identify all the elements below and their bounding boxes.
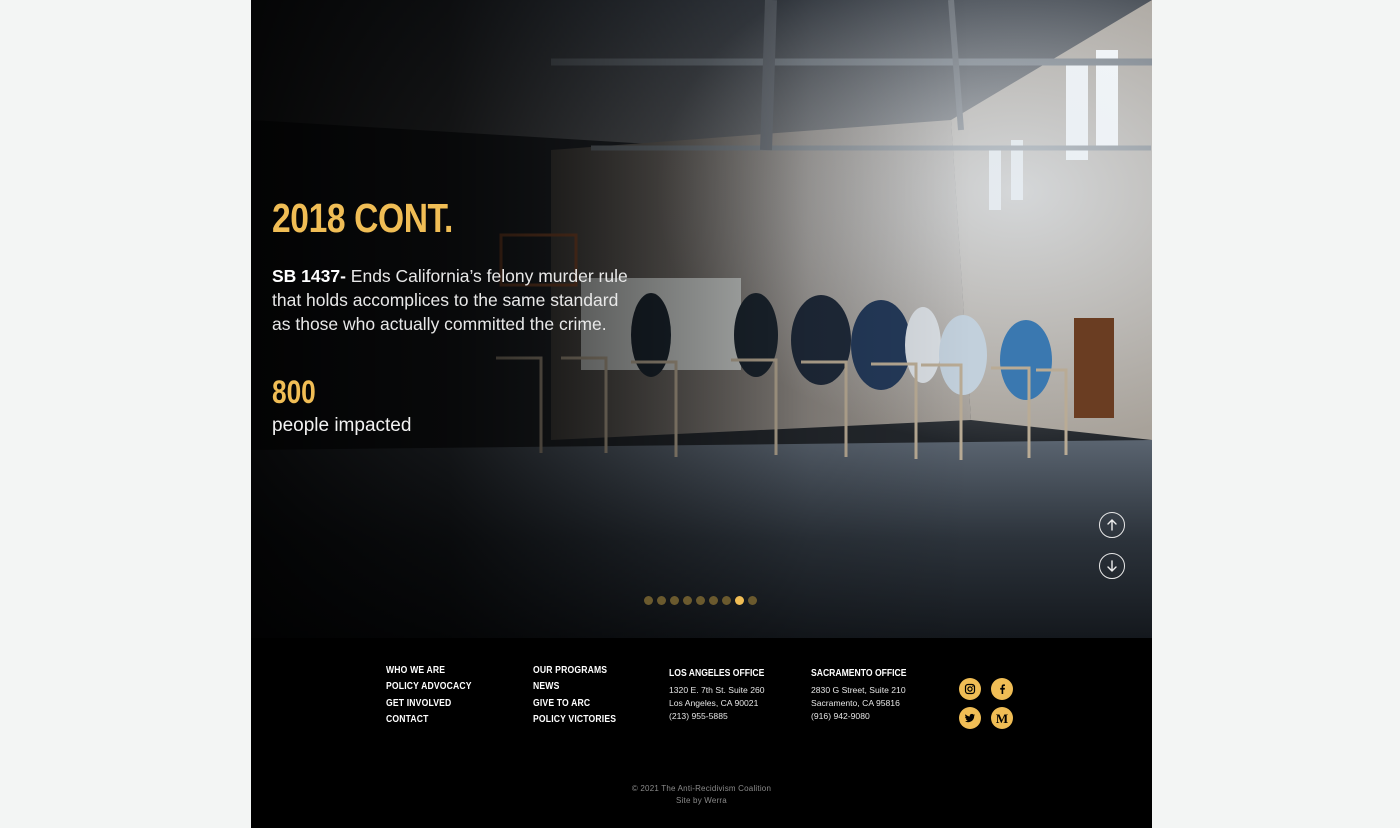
scroll-down-button[interactable] [1099,553,1125,579]
sac-office-phone[interactable]: (916) 942-9080 [811,710,927,723]
copyright-text: © 2021 The Anti-Recidivism Coalition [631,784,772,793]
arrow-up-icon [1107,519,1117,531]
footer-nav-primary: WHO WE ARE POLICY ADVOCACY GET INVOLVED CON… [386,662,491,727]
hero-section: 2018 CONT. SB 1437- Ends California’s fe… [251,0,1152,638]
footer-link-contact[interactable]: CONTACT [386,711,472,727]
footer-copyright: © 2021 The Anti-Recidivism Coalition Sit… [251,783,1152,806]
footer-link-get-involved[interactable]: GET INVOLVED [386,695,472,711]
instagram-icon[interactable] [959,678,981,700]
footer-nav-secondary: OUR PROGRAMS NEWS GIVE TO ARC POLICY VICTOR… [533,662,634,727]
pagination-dot[interactable] [722,596,731,605]
footer-link-policy-victories[interactable]: POLICY VICTORIES [533,711,616,727]
pagination-dot[interactable] [644,596,653,605]
slide-pagination [644,596,757,605]
twitter-icon[interactable] [959,707,981,729]
la-office-address1: 1320 E. 7th St. Suite 260 [669,685,765,695]
pagination-dot[interactable] [735,596,744,605]
pagination-dot[interactable] [670,596,679,605]
medium-icon[interactable]: M [991,707,1013,729]
pagination-dot[interactable] [657,596,666,605]
sac-office-address2: Sacramento, CA 95816 [811,698,900,708]
pagination-dot[interactable] [748,596,757,605]
hero-content: 2018 CONT. SB 1437- Ends California’s fe… [272,195,642,437]
facebook-icon[interactable] [991,678,1013,700]
la-office-phone[interactable]: (213) 955-5885 [669,710,785,723]
la-office-address2: Los Angeles, CA 90021 [669,698,759,708]
footer-link-news[interactable]: NEWS [533,678,616,694]
sac-office-title: SACRAMENTO OFFICE [811,667,907,679]
pagination-dot[interactable] [709,596,718,605]
sacramento-office: SACRAMENTO OFFICE 2830 G Street, Suite 2… [811,662,927,723]
impact-number: 800 [272,374,316,410]
site-credit[interactable]: Site by Werra [251,795,1152,807]
bill-description: SB 1437- Ends California’s felony murder… [272,264,637,336]
year-title: 2018 CONT. [272,195,453,241]
sac-office-address1: 2830 G Street, Suite 210 [811,685,906,695]
page-frame: 2018 CONT. SB 1437- Ends California’s fe… [251,0,1152,828]
scroll-up-button[interactable] [1099,512,1125,538]
footer-link-our-programs[interactable]: OUR PROGRAMS [533,662,616,678]
footer-link-policy-advocacy[interactable]: POLICY ADVOCACY [386,678,472,694]
pagination-dot[interactable] [696,596,705,605]
pagination-dot[interactable] [683,596,692,605]
footer-link-give-to-arc[interactable]: GIVE TO ARC [533,695,616,711]
impact-label: people impacted [272,415,412,436]
site-footer: WHO WE ARE POLICY ADVOCACY GET INVOLVED CON… [251,638,1152,828]
bill-name: SB 1437- [272,266,346,286]
la-office: LOS ANGELES OFFICE 1320 E. 7th St. Suite… [669,662,785,723]
social-links: M [959,678,1013,729]
footer-link-who-we-are[interactable]: WHO WE ARE [386,662,472,678]
medium-glyph: M [995,710,1009,726]
la-office-title: LOS ANGELES OFFICE [669,667,765,679]
arrow-down-icon [1107,560,1117,572]
